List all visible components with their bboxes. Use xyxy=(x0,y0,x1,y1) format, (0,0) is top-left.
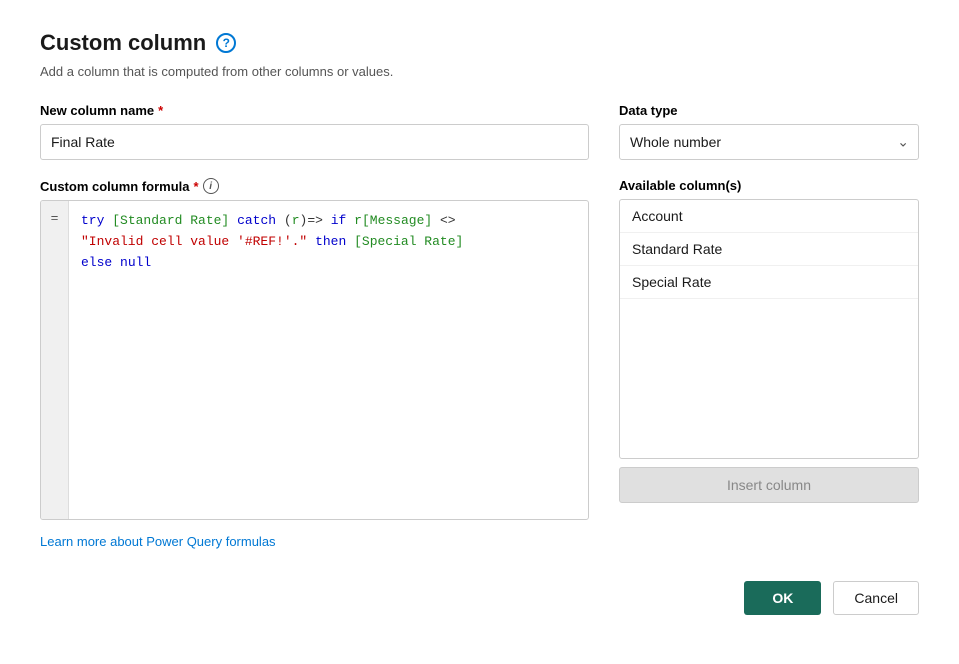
available-columns-section: Available column(s) Account Standard Rat… xyxy=(619,178,919,520)
field-r-message: r[Message] xyxy=(354,213,432,228)
kw-else: else xyxy=(81,255,112,270)
data-type-section: Data type Whole number Text Decimal numb… xyxy=(619,103,919,160)
kw-try: try xyxy=(81,213,104,228)
field-standard-rate: [Standard Rate] xyxy=(112,213,229,228)
kw-null: null xyxy=(120,255,151,270)
field-special-rate: [Special Rate] xyxy=(354,234,463,249)
data-type-wrapper: Whole number Text Decimal number Date Tr… xyxy=(619,124,919,160)
data-type-label: Data type xyxy=(619,103,919,118)
formula-required-marker: * xyxy=(194,179,199,194)
column-name-input[interactable] xyxy=(40,124,589,160)
ok-button[interactable]: OK xyxy=(744,581,821,615)
formula-box: = try [Standard Rate] catch (r)=> if r[M… xyxy=(40,200,589,520)
learn-more-link[interactable]: Learn more about Power Query formulas xyxy=(40,534,276,549)
column-name-section: New column name * xyxy=(40,103,589,160)
formula-info-icon[interactable]: i xyxy=(203,178,219,194)
list-item[interactable]: Standard Rate xyxy=(620,233,918,266)
kw-catch: catch xyxy=(237,213,276,228)
column-name-label: New column name * xyxy=(40,103,589,118)
columns-list: Account Standard Rate Special Rate xyxy=(619,199,919,459)
insert-column-button[interactable]: Insert column xyxy=(619,467,919,503)
required-marker: * xyxy=(158,103,163,118)
gutter-symbol: = xyxy=(51,211,59,226)
formula-label: Custom column formula * i xyxy=(40,178,589,194)
footer-row: OK Cancel xyxy=(40,581,919,615)
title-row: Custom column ? xyxy=(40,30,919,56)
kw-if: if xyxy=(331,213,347,228)
list-item[interactable]: Special Rate xyxy=(620,266,918,299)
kw-then: then xyxy=(315,234,346,249)
formula-gutter: = xyxy=(41,201,69,519)
var-r: r xyxy=(292,213,300,228)
page-title: Custom column xyxy=(40,30,206,56)
subtitle: Add a column that is computed from other… xyxy=(40,64,919,79)
cancel-button[interactable]: Cancel xyxy=(833,581,919,615)
formula-section: Custom column formula * i = try [Standar… xyxy=(40,178,589,520)
available-columns-label: Available column(s) xyxy=(619,178,919,193)
data-type-select[interactable]: Whole number Text Decimal number Date Tr… xyxy=(619,124,919,160)
list-item[interactable]: Account xyxy=(620,200,918,233)
help-icon[interactable]: ? xyxy=(216,33,236,53)
string-invalid: "Invalid cell value '#REF!'." xyxy=(81,234,307,249)
formula-content[interactable]: try [Standard Rate] catch (r)=> if r[Mes… xyxy=(69,201,588,519)
